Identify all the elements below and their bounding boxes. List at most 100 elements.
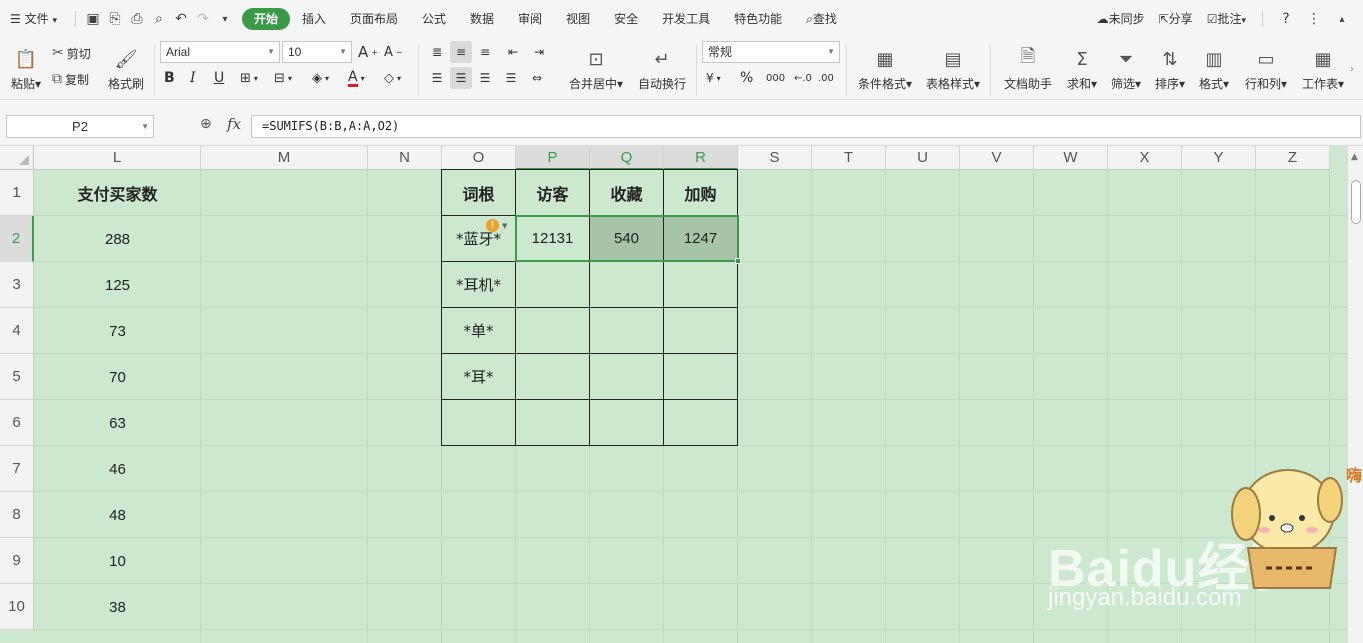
scroll-up-icon[interactable]: ▲	[1351, 152, 1358, 162]
align-bottom-icon[interactable]: ≡	[474, 41, 496, 63]
column-header-n[interactable]: N	[368, 146, 442, 170]
wrap-text-button[interactable]: ↵ 自动换行	[634, 42, 690, 96]
column-header-m[interactable]: M	[201, 146, 368, 170]
conditional-format-button[interactable]: ▦ 条件格式▾	[854, 42, 916, 96]
cell-r2[interactable]: 1247	[664, 216, 738, 262]
column-header-w[interactable]: W	[1034, 146, 1108, 170]
align-left-icon[interactable]: ☰	[426, 67, 448, 89]
column-header-o[interactable]: O	[442, 146, 516, 170]
spreadsheet-grid[interactable]: L M N O P Q R S T U V W X Y Z 1 2 3 4 5 6 7 8 9 10 支付买家数 288 125 73 7…	[0, 146, 1347, 643]
column-header-r[interactable]: R	[664, 146, 738, 170]
cell-p5[interactable]	[516, 354, 590, 400]
distribute-icon[interactable]: ⇔	[526, 67, 548, 89]
decrease-font-icon[interactable]: A −	[384, 41, 403, 63]
column-header-v[interactable]: V	[960, 146, 1034, 170]
row-header-5[interactable]: 5	[0, 354, 34, 400]
font-size-select[interactable]: 10 ▼	[282, 41, 352, 63]
format-button[interactable]: ▥ 格式▾	[1194, 42, 1234, 96]
cell-o5[interactable]: *耳*	[442, 354, 516, 400]
row-header-9[interactable]: 9	[0, 538, 34, 584]
increase-font-icon[interactable]: A +	[358, 41, 378, 63]
cell-l8[interactable]: 48	[34, 492, 201, 538]
save-icon[interactable]: ▣	[82, 8, 104, 30]
select-all-corner[interactable]	[0, 146, 34, 170]
cell-o1[interactable]: 词根	[442, 170, 516, 216]
increase-decimal-icon[interactable]: ←.0	[794, 67, 812, 89]
column-header-p[interactable]: P	[516, 146, 590, 170]
cell-r1[interactable]: 加购	[664, 170, 738, 216]
formula-input[interactable]: =SUMIFS(B:B,A:A,O2)	[251, 115, 1361, 138]
align-middle-icon[interactable]: ≡	[450, 41, 472, 63]
decrease-indent-icon[interactable]: ⇤	[502, 41, 524, 63]
column-header-x[interactable]: X	[1108, 146, 1182, 170]
align-top-icon[interactable]: ≣	[426, 41, 448, 63]
tab-data[interactable]: 数据	[458, 8, 506, 30]
cell-p6[interactable]	[516, 400, 590, 446]
cut-button[interactable]: ✂ 剪切	[52, 42, 91, 64]
warning-dropdown-icon[interactable]: ▼	[502, 222, 507, 230]
row-header-6[interactable]: 6	[0, 400, 34, 446]
tab-insert[interactable]: 插入	[290, 8, 338, 30]
more-quick-access-icon[interactable]: ▾	[214, 8, 236, 30]
fill-handle[interactable]	[735, 258, 741, 264]
help-icon[interactable]: ?	[1275, 8, 1297, 30]
cell-q4[interactable]	[590, 308, 664, 354]
row-header-7[interactable]: 7	[0, 446, 34, 492]
column-header-u[interactable]: U	[886, 146, 960, 170]
row-col-button[interactable]: ▭ 行和列▾	[1240, 42, 1292, 96]
cell-r5[interactable]	[664, 354, 738, 400]
vertical-scrollbar[interactable]: ▲	[1347, 146, 1363, 643]
file-menu[interactable]: ☰ 文件 ▾	[0, 8, 69, 30]
worksheet-button[interactable]: ▦ 工作表▾	[1298, 42, 1348, 96]
tab-developer[interactable]: 开发工具	[650, 8, 722, 30]
cell-p2[interactable]: 12131	[516, 216, 590, 262]
row-header-8[interactable]: 8	[0, 492, 34, 538]
doc-assistant-button[interactable]: 🗎 文档助手	[1000, 42, 1056, 96]
cell-l2[interactable]: 288	[34, 216, 201, 262]
cell-l7[interactable]: 46	[34, 446, 201, 492]
cell-o3[interactable]: *耳机*	[442, 262, 516, 308]
name-box[interactable]: P2 ▼	[6, 115, 154, 138]
sort-button[interactable]: ⇅ 排序▾	[1150, 42, 1190, 96]
cell-p3[interactable]	[516, 262, 590, 308]
paste-button[interactable]: 📋 粘贴▾	[6, 42, 46, 96]
column-header-s[interactable]: S	[738, 146, 812, 170]
cell-l6[interactable]: 63	[34, 400, 201, 446]
cell-l3[interactable]: 125	[34, 262, 201, 308]
tab-page-layout[interactable]: 页面布局	[338, 8, 410, 30]
cell-l1-header[interactable]: 支付买家数	[34, 170, 201, 216]
ribbon-scroll-right-icon[interactable]: ›	[1350, 58, 1354, 80]
table-style-button[interactable]: ▤ 表格样式▾	[922, 42, 984, 96]
undo-icon[interactable]: ↶	[170, 8, 192, 30]
filter-button[interactable]: ⏷ 筛选▾	[1106, 42, 1146, 96]
tab-special-features[interactable]: 特色功能	[722, 8, 794, 30]
cell-style-icon[interactable]: ⊟ ▾	[274, 67, 292, 89]
borders-icon[interactable]: ⊞ ▾	[240, 67, 258, 89]
font-name-select[interactable]: Arial ▼	[160, 41, 280, 63]
cell-r6[interactable]	[664, 400, 738, 446]
comment-button[interactable]: ☑批注▾	[1203, 8, 1250, 30]
collapse-ribbon-icon[interactable]: ▴	[1331, 8, 1353, 30]
column-header-y[interactable]: Y	[1182, 146, 1256, 170]
cell-r3[interactable]	[664, 262, 738, 308]
tab-home[interactable]: 开始	[241, 8, 290, 30]
redo-icon[interactable]: ↷	[192, 8, 214, 30]
cell-p1[interactable]: 访客	[516, 170, 590, 216]
cell-o4[interactable]: *单*	[442, 308, 516, 354]
tab-formulas[interactable]: 公式	[410, 8, 458, 30]
cell-l5[interactable]: 70	[34, 354, 201, 400]
format-painter-button[interactable]: 🖌 格式刷	[104, 42, 148, 96]
warning-icon[interactable]: !	[486, 219, 499, 232]
cell-o6[interactable]	[442, 400, 516, 446]
row-header-10[interactable]: 10	[0, 584, 34, 630]
cell-q5[interactable]	[590, 354, 664, 400]
row-header-1[interactable]: 1	[0, 170, 34, 216]
cell-l10[interactable]: 38	[34, 584, 201, 630]
fx-icon[interactable]: fx	[227, 115, 241, 133]
print-icon[interactable]: ⎙	[126, 8, 148, 30]
scroll-thumb[interactable]	[1351, 180, 1361, 224]
cell-l9[interactable]: 10	[34, 538, 201, 584]
column-header-t[interactable]: T	[812, 146, 886, 170]
align-center-icon[interactable]: ☰	[450, 67, 472, 89]
more-options-icon[interactable]: ⋮	[1303, 8, 1325, 30]
